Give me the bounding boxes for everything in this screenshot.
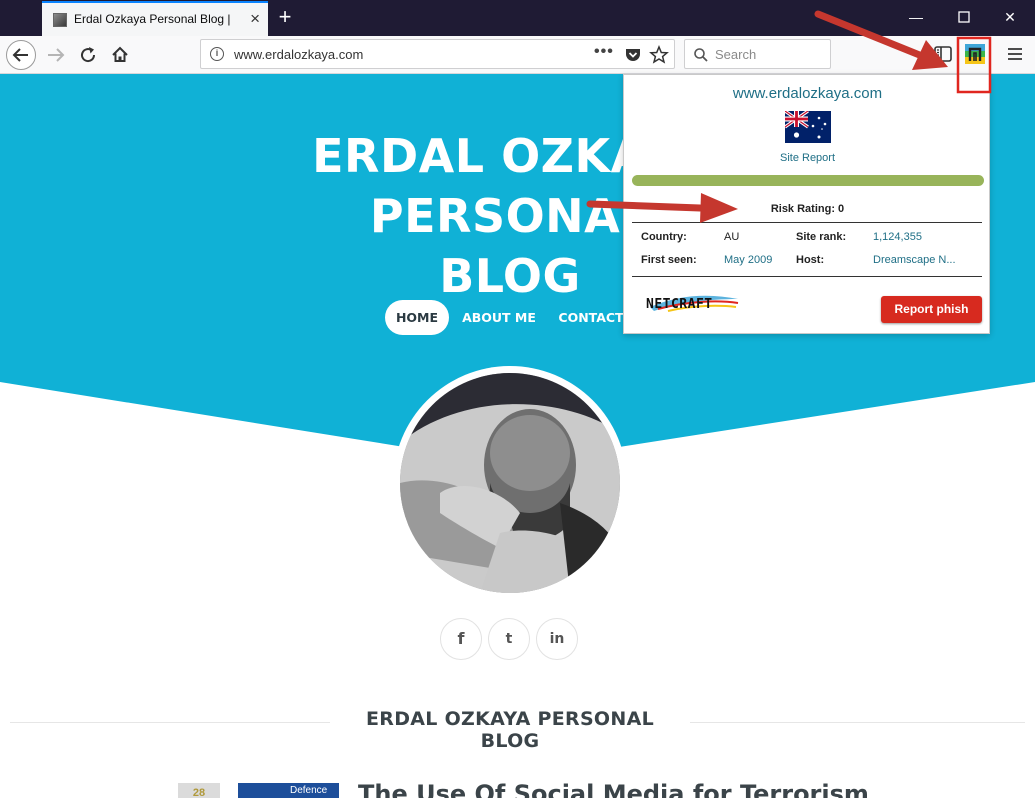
search-bar[interactable]: Search xyxy=(684,39,831,69)
navigation-toolbar: i www.erdalozkaya.com ••• Search xyxy=(0,36,1035,74)
close-window-button[interactable]: ✕ xyxy=(995,4,1025,30)
site-rank-label: Site rank: xyxy=(796,231,847,243)
blog-heading: ERDAL OZKAYA PERSONAL BLOG xyxy=(366,708,654,752)
risk-rating-bar xyxy=(632,175,984,186)
netcraft-logo: NETCRAFT xyxy=(646,297,713,312)
post-thumbnail[interactable]: Defence xyxy=(238,783,339,798)
post-date-badge: 28 xyxy=(178,783,220,798)
back-button[interactable] xyxy=(6,40,36,70)
nav-about-me[interactable]: ABOUT ME xyxy=(458,300,540,335)
first-seen-label: First seen: xyxy=(641,254,697,266)
menu-icon[interactable] xyxy=(1003,42,1027,66)
host-value[interactable]: Dreamscape N... xyxy=(873,254,956,266)
home-button[interactable] xyxy=(106,41,134,69)
site-report-link[interactable]: Site Report xyxy=(624,152,991,164)
new-tab-button[interactable]: + xyxy=(272,4,298,30)
search-icon xyxy=(694,48,708,62)
heading-divider-right xyxy=(690,722,1025,723)
bookmark-star-icon[interactable] xyxy=(649,45,669,65)
popup-domain: www.erdalozkaya.com xyxy=(732,85,883,102)
author-avatar xyxy=(400,373,620,593)
reload-button[interactable] xyxy=(74,41,102,69)
facebook-icon[interactable]: f xyxy=(440,618,482,660)
nav-contact[interactable]: CONTACT xyxy=(552,300,630,335)
country-value: AU xyxy=(724,231,740,243)
sidebar-icon[interactable] xyxy=(931,42,955,66)
pocket-icon[interactable] xyxy=(624,46,642,64)
netcraft-popup: www.erdalozkaya.com Site Report Risk Rat… xyxy=(623,74,990,334)
site-rank-value[interactable]: 1,124,355 xyxy=(873,231,922,243)
browser-tab[interactable]: Erdal Ozkaya Personal Blog | × xyxy=(42,1,268,36)
tab-title: Erdal Ozkaya Personal Blog | xyxy=(74,12,231,26)
search-placeholder: Search xyxy=(715,47,757,62)
australia-flag-icon xyxy=(785,111,831,143)
first-seen-value[interactable]: May 2009 xyxy=(724,254,772,266)
address-bar[interactable]: i www.erdalozkaya.com ••• xyxy=(200,39,675,69)
report-phish-button[interactable]: Report phish xyxy=(881,296,982,323)
twitter-icon[interactable]: t xyxy=(488,618,530,660)
url-text: www.erdalozkaya.com xyxy=(234,47,364,62)
popup-divider-top xyxy=(632,222,982,223)
site-favicon-icon xyxy=(53,13,67,27)
close-tab-icon[interactable]: × xyxy=(250,9,260,29)
popup-divider-bottom xyxy=(632,276,982,277)
maximize-button[interactable] xyxy=(949,4,979,30)
risk-rating: Risk Rating: 0 xyxy=(770,203,845,215)
info-icon[interactable]: i xyxy=(210,47,224,61)
country-label: Country: xyxy=(641,231,687,243)
browser-titlebar: Erdal Ozkaya Personal Blog | × + — ✕ xyxy=(0,0,1035,36)
minimize-button[interactable]: — xyxy=(901,4,931,30)
forward-button[interactable] xyxy=(42,41,70,69)
page-actions-icon[interactable]: ••• xyxy=(594,43,614,61)
linkedin-icon[interactable]: in xyxy=(536,618,578,660)
nav-home[interactable]: HOME xyxy=(385,300,449,335)
netcraft-extension-icon[interactable] xyxy=(963,42,987,66)
host-label: Host: xyxy=(796,254,825,266)
heading-divider-left xyxy=(10,722,330,723)
post-title[interactable]: The Use Of Social Media for Terrorism xyxy=(358,780,869,798)
